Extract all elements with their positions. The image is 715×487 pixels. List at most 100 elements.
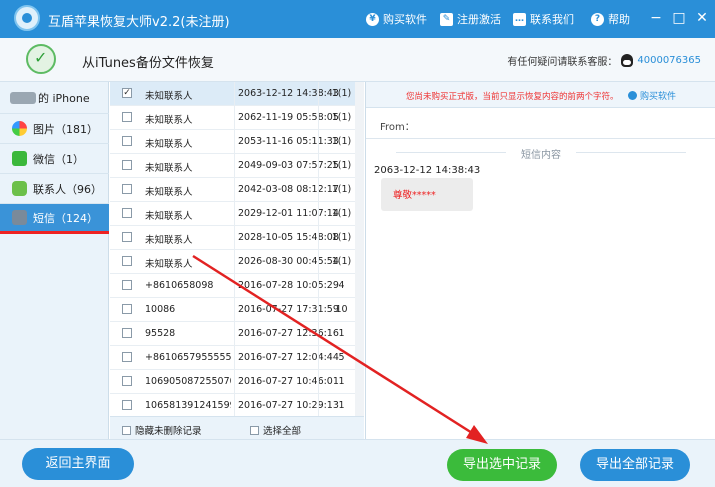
list-item[interactable]: +8610657955555 2016-07-27 12:04:44 5 [110, 346, 364, 370]
row-name: 未知联系人 [145, 91, 193, 102]
list-item[interactable]: 未知联系人 2029-12-01 11:07:14 1(1) [110, 202, 364, 226]
row-time: 2063-12-12 14:38:43 [234, 82, 339, 106]
row-name: 未知联系人 [145, 115, 193, 126]
buy-software-label: 购买软件 [383, 13, 427, 26]
row-time: 2016-07-27 12:36:16 [234, 322, 339, 346]
export-all-button[interactable]: 导出全部记录 [580, 449, 690, 481]
sidebar-item-label: 微信（1） [33, 152, 84, 166]
sidebar-item-label: 联系人（96） [33, 182, 102, 196]
register-button[interactable]: ✎ 注册激活 [440, 11, 501, 27]
sidebar-item-photos[interactable]: 图片（181） [0, 114, 109, 144]
page-header: 从iTunes备份文件恢复 有任何疑问请联系客服： 4000076365 [0, 38, 715, 82]
list-footer: 隐藏未删除记录 选择全部 [110, 416, 364, 439]
row-checkbox[interactable] [122, 136, 132, 146]
wechat-icon [12, 151, 27, 166]
sidebar-item-wechat[interactable]: 微信（1） [0, 144, 109, 174]
row-checkbox[interactable] [122, 280, 132, 290]
row-name: 95528 [145, 328, 176, 339]
list-item[interactable]: 未知联系人 2049-09-03 07:57:25 1(1) [110, 154, 364, 178]
maximize-icon[interactable]: □ [671, 10, 687, 26]
list-item[interactable]: 未知联系人 2026-08-30 00:45:54 1(1) [110, 250, 364, 274]
list-item[interactable]: 未知联系人 2042-03-08 08:12:17 1(1) [110, 178, 364, 202]
list-item[interactable]: 1069050872550702052016-07-27 10:46:011 [110, 370, 364, 394]
list-item[interactable]: 未知联系人 2062-11-19 05:58:05 1(1) [110, 106, 364, 130]
recover-check-icon [26, 44, 56, 74]
list-item[interactable]: ✓ 未知联系人 2063-12-12 14:38:43 1(1) [110, 82, 364, 106]
row-checkbox[interactable]: ✓ [122, 88, 132, 98]
sidebar-item-label: 图片（181） [33, 122, 98, 136]
close-icon[interactable]: ✕ [694, 10, 710, 26]
row-name: 未知联系人 [145, 139, 193, 150]
help-icon: ? [591, 12, 604, 26]
yen-icon: ¥ [366, 12, 379, 26]
select-all-option[interactable]: 选择全部 [250, 423, 301, 437]
list-item[interactable]: +8610658098 2016-07-28 10:05:29 4 [110, 274, 364, 298]
content-section-label: 短信内容 [366, 146, 715, 161]
row-checkbox[interactable] [122, 256, 132, 266]
row-checkbox[interactable] [122, 352, 132, 362]
buy-software-button[interactable]: ¥ 购买软件 [366, 11, 427, 27]
row-name: +8610657955555 [145, 352, 231, 363]
row-checkbox[interactable] [122, 160, 132, 170]
qq-icon [621, 54, 634, 67]
device-name-redacted [10, 91, 36, 104]
select-all-checkbox[interactable] [250, 425, 259, 435]
list-item[interactable]: 10086 2016-07-27 17:31:59 10 [110, 298, 364, 322]
row-checkbox[interactable] [122, 208, 132, 218]
back-to-main-button[interactable]: 返回主界面 [22, 448, 134, 480]
row-time: 2062-11-19 05:58:05 [234, 106, 339, 130]
help-label: 帮助 [608, 13, 630, 26]
row-checkbox[interactable] [122, 184, 132, 194]
sidebar-device[interactable]: 的 iPhone [0, 82, 109, 114]
support-qq-link[interactable]: 4000076365 [637, 55, 701, 66]
select-all-label: 选择全部 [263, 426, 302, 437]
sidebar-item-label: 短信（124） [33, 211, 98, 225]
minimize-icon[interactable]: − [648, 10, 664, 26]
row-checkbox[interactable] [122, 304, 132, 314]
message-bubble: 尊敬***** [381, 178, 473, 211]
trial-notice: 您尚未购买正式版，当前只显示恢复内容的前两个字符。 [406, 92, 619, 102]
list-item[interactable]: 未知联系人 2028-10-05 15:48:08 1(1) [110, 226, 364, 250]
photos-icon [12, 121, 27, 136]
list-item[interactable]: 1065813912415996532016-07-27 10:29:131 [110, 394, 364, 416]
sms-icon [12, 210, 27, 225]
row-time: 2053-11-16 05:11:33 [234, 130, 339, 154]
row-name: 未知联系人 [145, 235, 193, 246]
row-checkbox[interactable] [122, 232, 132, 242]
row-name: 106905087255070205 [145, 376, 231, 387]
register-label: 注册激活 [457, 13, 501, 26]
key-icon: ✎ [440, 12, 453, 26]
row-checkbox[interactable] [122, 376, 132, 386]
row-time: 2016-07-27 12:04:44 [234, 346, 339, 370]
title-bar: 互盾苹果恢复大师v2.2(未注册) ¥ 购买软件 ✎ 注册激活 … 联系我们 ?… [0, 0, 715, 38]
row-time: 2016-07-27 10:46:01 [234, 370, 339, 394]
message-list: ✓ 未知联系人 2063-12-12 14:38:43 1(1) 未知联系人 2062-… [110, 82, 364, 416]
hide-deleted-option[interactable]: 隐藏未删除记录 [122, 423, 202, 437]
info-icon [627, 91, 637, 100]
row-name: 未知联系人 [145, 211, 193, 222]
contact-us-label: 联系我们 [530, 13, 574, 26]
page-title: 从iTunes备份文件恢复 [82, 56, 214, 71]
buy-software-link[interactable]: 购买软件 [627, 89, 676, 102]
row-name: 未知联系人 [145, 187, 193, 198]
sidebar-item-contacts[interactable]: 联系人（96） [0, 174, 109, 204]
sidebar-item-sms[interactable]: 短信（124） [0, 204, 109, 234]
trial-notice-bar: 您尚未购买正式版，当前只显示恢复内容的前两个字符。 购买软件 [366, 82, 715, 108]
bottom-bar: 返回主界面 导出选中记录 导出全部记录 [0, 439, 715, 487]
row-time: 2049-09-03 07:57:25 [234, 154, 339, 178]
list-item[interactable]: 95528 2016-07-27 12:36:16 1 [110, 322, 364, 346]
list-scrollbar[interactable] [355, 82, 364, 416]
row-time: 2028-10-05 15:48:08 [234, 226, 339, 250]
row-time: 2026-08-30 00:45:54 [234, 250, 339, 274]
export-selected-button[interactable]: 导出选中记录 [447, 449, 557, 481]
hide-deleted-checkbox[interactable] [122, 425, 131, 435]
row-checkbox[interactable] [122, 328, 132, 338]
row-name: +8610658098 [145, 280, 214, 291]
row-checkbox[interactable] [122, 112, 132, 122]
help-button[interactable]: ? 帮助 [591, 11, 630, 27]
contact-us-button[interactable]: … 联系我们 [513, 11, 574, 27]
buy-link-label: 购买软件 [639, 92, 676, 102]
app-logo-icon [14, 5, 40, 31]
list-item[interactable]: 未知联系人 2053-11-16 05:11:33 1(1) [110, 130, 364, 154]
row-checkbox[interactable] [122, 400, 132, 410]
